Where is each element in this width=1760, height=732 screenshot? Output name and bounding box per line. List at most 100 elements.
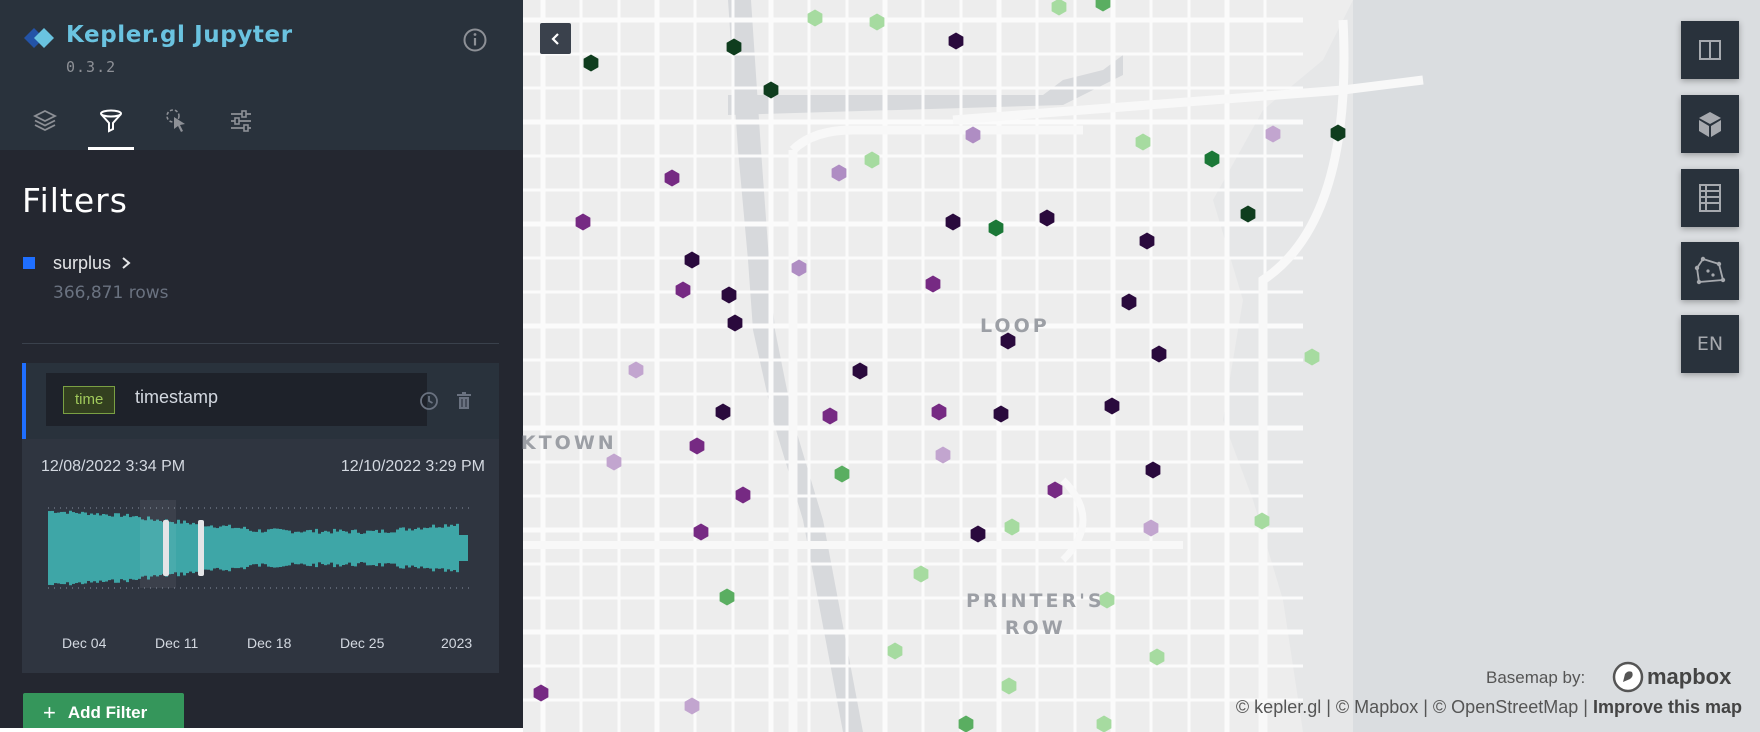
histogram-bar — [306, 530, 309, 566]
histogram-bar — [231, 528, 234, 568]
collapse-panel-button[interactable] — [540, 23, 571, 54]
histogram-bar — [183, 520, 186, 576]
histogram-bar — [102, 513, 105, 583]
histogram-bar — [387, 532, 390, 564]
histogram-bar — [339, 529, 342, 567]
locale-label: EN — [1696, 333, 1724, 355]
histogram-bar — [309, 529, 312, 567]
histogram-bar — [204, 526, 207, 570]
histogram-bar — [78, 513, 81, 583]
add-filter-button[interactable]: + Add Filter — [23, 693, 184, 728]
filter-field-name: timestamp — [135, 387, 219, 407]
histogram-bar — [393, 532, 396, 564]
histogram-bar — [270, 528, 273, 568]
histogram-bar — [72, 512, 75, 584]
cube-icon — [1699, 112, 1721, 137]
histogram-bar — [378, 532, 381, 564]
histogram-bar — [123, 515, 126, 581]
histogram-bar — [432, 524, 435, 572]
filter-icon — [100, 109, 122, 133]
clock-icon[interactable] — [417, 389, 441, 413]
app-title: Kepler.gl Jupyter — [66, 22, 293, 48]
range-handle-left[interactable] — [163, 520, 169, 576]
histogram-bar — [195, 524, 198, 572]
histogram-bar — [300, 532, 303, 564]
attribution-mapbox[interactable]: © Mapbox — [1336, 697, 1418, 717]
histogram-bar — [81, 511, 84, 585]
histogram-bar — [450, 524, 453, 572]
histogram-bar — [366, 530, 369, 566]
histogram-bar — [369, 530, 372, 566]
histogram-bar — [441, 527, 444, 569]
histogram-bar — [51, 510, 54, 586]
histogram-bar — [234, 527, 237, 569]
histogram-bar — [360, 533, 363, 563]
improve-map-link[interactable]: Improve this map — [1593, 697, 1742, 717]
area-label-loop: LOOP — [980, 315, 1050, 337]
histogram-bar — [105, 514, 108, 582]
range-end-time[interactable]: 12/10/2022 3:29 PM — [341, 458, 485, 476]
attribution-kepler[interactable]: © kepler.gl — [1236, 697, 1321, 717]
histogram-bar — [438, 527, 441, 569]
tab-filters[interactable] — [88, 104, 134, 150]
histogram-bar — [423, 527, 426, 569]
histogram-bar — [219, 526, 222, 570]
histogram-bar — [318, 533, 321, 563]
legend-button[interactable] — [1681, 169, 1739, 227]
trash-icon[interactable] — [452, 389, 476, 413]
histogram-bar — [462, 535, 465, 561]
range-handle-right[interactable] — [198, 520, 204, 576]
area-label-line: ROW — [1004, 617, 1066, 639]
info-icon[interactable] — [461, 26, 489, 54]
histogram-bar — [177, 519, 180, 577]
histogram-bar — [342, 531, 345, 565]
histogram-bar — [456, 523, 459, 573]
polygon-draw-icon — [1694, 256, 1726, 285]
map-canvas[interactable]: LOOP PRINTER'S ROW KTOWN — [521, 0, 1760, 732]
histogram-bar — [114, 513, 117, 583]
histogram-bar — [375, 529, 378, 567]
range-start-time[interactable]: 12/08/2022 3:34 PM — [41, 458, 185, 476]
locale-button[interactable]: EN — [1681, 315, 1739, 373]
cursor-icon — [166, 109, 185, 132]
histogram-bar — [261, 532, 264, 564]
histogram-bar — [315, 528, 318, 568]
histogram-bar — [363, 533, 366, 563]
filter-field-selector[interactable]: time timestamp — [46, 373, 427, 426]
histogram-bar — [372, 530, 375, 566]
mapbox-wordmark[interactable]: mapbox — [1647, 664, 1731, 690]
histogram-bar — [111, 516, 114, 580]
x-axis-tick: Dec 04 — [62, 635, 107, 651]
3d-view-button[interactable] — [1681, 95, 1739, 153]
histogram-bar — [411, 530, 414, 566]
x-axis-tick: Dec 11 — [155, 635, 199, 651]
tab-map-style[interactable] — [218, 104, 264, 150]
histogram-bar — [336, 531, 339, 565]
histogram-bar — [54, 512, 57, 584]
histogram-bar — [465, 535, 468, 561]
histogram-bar — [294, 531, 297, 565]
draw-polygon-button[interactable] — [1681, 242, 1739, 300]
split-map-button[interactable] — [1681, 21, 1739, 79]
time-histogram[interactable] — [48, 498, 474, 628]
dataset-row-count: 366,871 rows — [53, 283, 169, 303]
basemap-by-label: Basemap by: — [1486, 668, 1586, 687]
histogram-bar — [192, 522, 195, 574]
histogram-bar — [90, 513, 93, 583]
panel-header: Kepler.gl Jupyter 0.3.2 — [0, 0, 523, 150]
histogram-bar — [60, 511, 63, 585]
chevron-right-icon[interactable] — [120, 256, 132, 270]
divider — [22, 343, 499, 344]
histogram-bar — [354, 529, 357, 567]
histogram-bar — [93, 514, 96, 582]
tab-layers[interactable] — [22, 104, 68, 150]
mapbox-logo-icon[interactable] — [1612, 661, 1644, 693]
histogram-bar — [213, 527, 216, 569]
tab-interactions[interactable] — [154, 104, 200, 150]
histogram-bar — [243, 526, 246, 570]
histogram-bar — [330, 533, 333, 563]
histogram-bar — [267, 529, 270, 567]
attribution-osm[interactable]: © OpenStreetMap — [1433, 697, 1578, 717]
selected-range — [140, 500, 176, 588]
dataset-name[interactable]: surplus — [53, 253, 111, 274]
